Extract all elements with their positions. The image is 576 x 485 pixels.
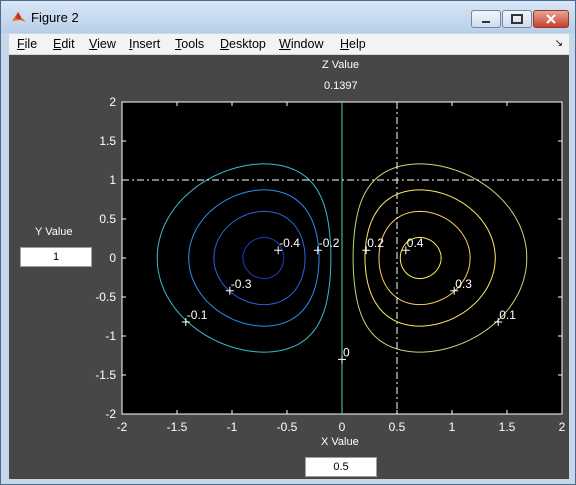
figure-canvas: Z Value 0.1397 Y Value 1 X Value 0.5 -2-… (9, 55, 569, 479)
y-tick-label: 0.5 (99, 212, 116, 226)
y-tick-label: -0.5 (95, 290, 116, 304)
y-tick-label: 1 (109, 173, 116, 187)
x-tick-label: 1 (449, 420, 456, 434)
menu-file[interactable]: File (17, 37, 37, 51)
y-tick-label: 0 (109, 251, 116, 265)
matlab-icon (12, 12, 26, 22)
menu-bar: File Edit View Insert Tools Desktop Wind… (9, 34, 569, 54)
y-tick-label: -1 (105, 329, 116, 343)
contour-label: 0.4 (407, 236, 424, 250)
contour-label: -0.2 (319, 236, 340, 250)
contour-label: -0.1 (187, 308, 208, 322)
x-tick-label: 2 (559, 420, 566, 434)
figure-window: Figure 2 File Edit View Insert Tools Des… (0, 0, 576, 485)
menu-desktop[interactable]: Desktop (220, 37, 266, 51)
title-bar: Figure 2 (1, 1, 575, 33)
menu-view[interactable]: View (89, 37, 116, 51)
menu-window[interactable]: Window (279, 37, 323, 51)
x-tick-label: -2 (117, 420, 128, 434)
close-button[interactable] (533, 10, 569, 28)
x-tick-label: -0.5 (277, 420, 298, 434)
window-title: Figure 2 (31, 10, 79, 25)
contour-label: 0.1 (499, 308, 516, 322)
minimize-icon (482, 21, 490, 23)
menu-tools[interactable]: Tools (175, 37, 204, 51)
y-tick-label: -2 (105, 407, 116, 421)
y-tick-label: -1.5 (95, 368, 116, 382)
contour-label: -0.4 (279, 236, 300, 250)
maximize-button[interactable] (502, 10, 532, 28)
x-tick-label: 0.5 (389, 420, 406, 434)
contour-label: 0.3 (455, 277, 472, 291)
contour-plot[interactable]: -2 -1.5 -1 -0.5 0 0.5 1 1.5 2 2 1.5 1 0.5 0 -0.5 -1 -1.5… (9, 55, 569, 479)
contour-label: -0.3 (231, 277, 252, 291)
y-tick-label: 2 (109, 95, 116, 109)
minimize-button[interactable] (471, 10, 501, 28)
x-tick-label: -1 (227, 420, 238, 434)
maximize-icon (511, 14, 523, 24)
x-tick-label: -1.5 (167, 420, 188, 434)
contour-label: 0.2 (367, 236, 384, 250)
x-tick-label: 0 (339, 420, 346, 434)
menu-help[interactable]: Help (340, 37, 366, 51)
y-tick-label: 1.5 (99, 134, 116, 148)
close-icon (546, 14, 556, 24)
menu-insert[interactable]: Insert (129, 37, 160, 51)
x-tick-label: 1.5 (499, 420, 516, 434)
dock-arrow-icon[interactable]: ↘ (555, 38, 563, 49)
menu-edit[interactable]: Edit (53, 37, 75, 51)
contour-label: 0 (343, 345, 350, 359)
